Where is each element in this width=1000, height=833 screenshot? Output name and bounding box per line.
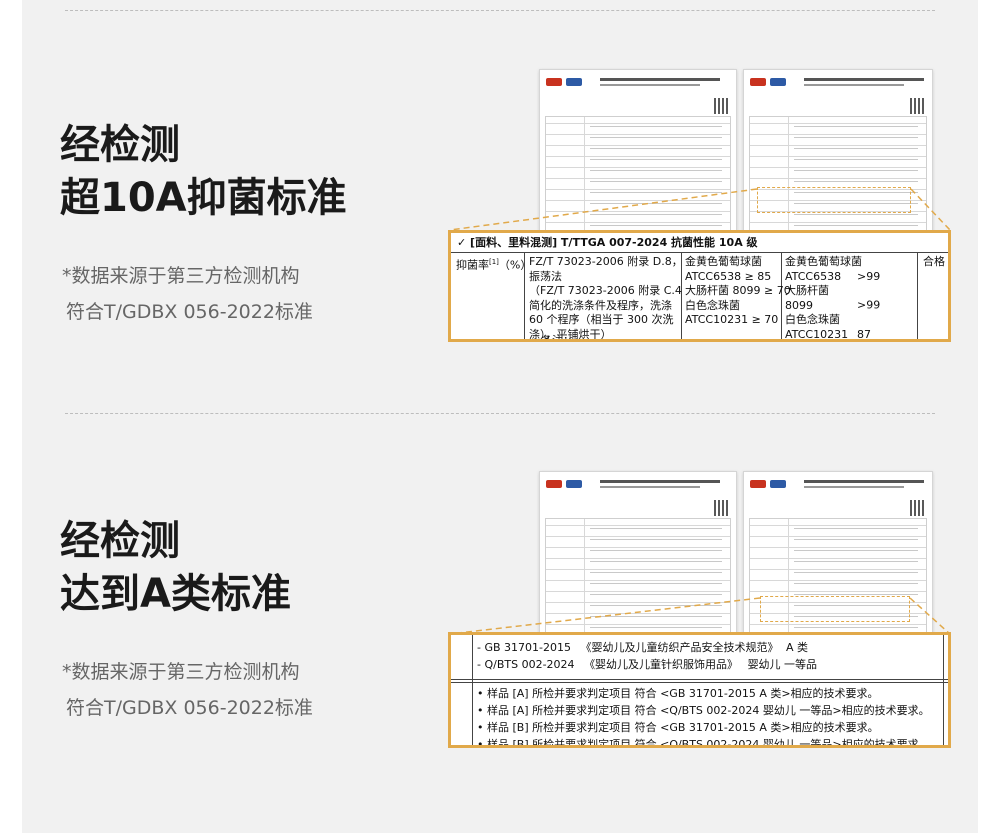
section1-note-line2: 符合T/GDBX 056-2022标准: [66, 301, 313, 323]
standard-line: - GB 31701-2015 《婴幼儿及儿童纺织产品安全技术规范》 A 类: [477, 641, 809, 654]
section2-note-line1: *数据来源于第三方检测机构: [62, 661, 300, 683]
conclusion-line: • 样品 [B] 所检并要求判定项目 符合 <Q/BTS 002-2024 婴幼…: [477, 738, 930, 748]
qr-code-icon: [714, 98, 730, 114]
requirement-cell: 金黄色葡萄球菌 ATCC6538 ≥ 85 大肠杆菌 8099 ≥ 70 白色念…: [685, 255, 791, 327]
cut-off-remark: 备注：……: [541, 334, 596, 342]
conclusion-line: • 样品 [A] 所检并要求判定项目 符合 <Q/BTS 002-2024 婴幼…: [477, 704, 930, 717]
top-divider: [65, 10, 935, 11]
zoom-header: ✓ [面料、里料混测] T/TTGA 007-2024 抗菌性能 10A 级: [451, 233, 948, 253]
section2-headline-line2: 达到A类标准: [60, 571, 291, 617]
zoom-connector: [449, 188, 951, 231]
section2-headline-line1: 经检测: [60, 518, 180, 564]
section1-headline-line1: 经检测: [60, 122, 180, 168]
qr-code-icon: [714, 500, 730, 516]
method-cell: FZ/T 73023-2006 附录 D.8， 振荡法 （FZ/T 73023-…: [529, 255, 683, 341]
standard-line: - Q/BTS 002-2024 《婴幼儿及儿童针织服饰用品》 婴幼儿 一等品: [477, 658, 818, 671]
item-cell: 抑菌率[1]（%）: [456, 258, 532, 272]
section2-note-line2: 符合T/GDBX 056-2022标准: [66, 697, 313, 719]
qr-code-icon: [910, 98, 926, 114]
section1-headline-line2: 超10A抑菌标准: [60, 175, 347, 221]
result-cell: 金黄色葡萄球菌 ATCC6538 >99 大肠杆菌 8099 >99 白色念珠菌 A…: [785, 255, 881, 341]
qr-code-icon: [910, 500, 926, 516]
middle-divider: [65, 413, 935, 414]
section1-note-line1: *数据来源于第三方检测机构: [62, 265, 300, 287]
conclusion-line: • 样品 [B] 所检并要求判定项目 符合 <GB 31701-2015 A 类…: [477, 721, 879, 734]
antibacterial-result-zoom: ✓ [面料、里料混测] T/TTGA 007-2024 抗菌性能 10A 级 抑…: [448, 230, 951, 342]
safety-standard-zoom: - GB 31701-2015 《婴幼儿及儿童纺织产品安全技术规范》 A 类 -…: [448, 632, 951, 748]
conclusion-line: • 样品 [A] 所检并要求判定项目 符合 <GB 31701-2015 A 类…: [477, 687, 879, 700]
verdict-cell: 合格: [923, 255, 945, 268]
